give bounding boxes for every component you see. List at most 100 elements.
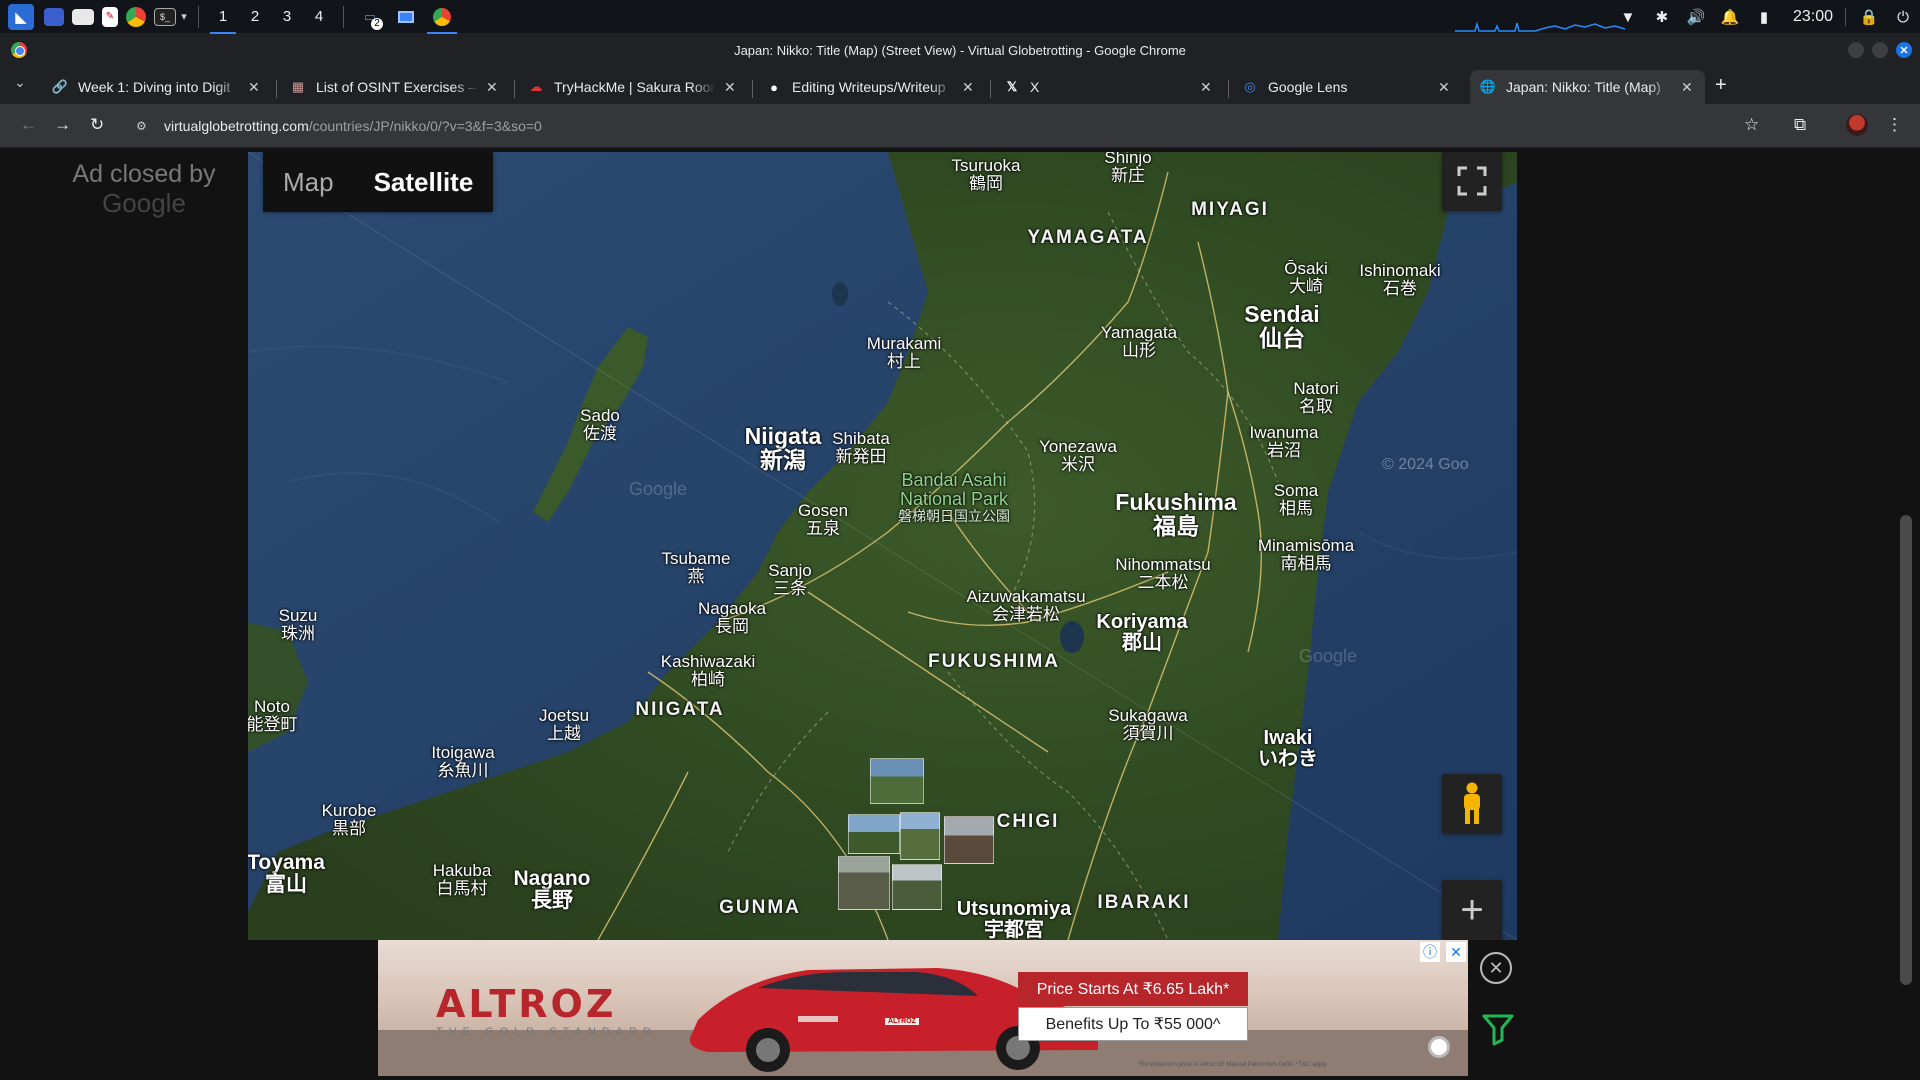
desktop-icon[interactable] [44,7,64,26]
chevron-down-icon[interactable]: ▾ [178,4,190,30]
url-path: /countries/JP/nikko/0/?v=3&f=3&so=0 [308,118,542,134]
close-tab-icon[interactable]: ✕ [724,79,738,96]
map-label: Sado 佐渡 [580,406,620,443]
adchoices-info-icon[interactable]: ⓘ [1420,942,1440,962]
running-app-icon[interactable] [391,4,421,30]
lock-icon[interactable]: 🔒 [1852,8,1886,26]
map-watermark: Google [628,479,688,499]
map-label: Joetsu 上越 [538,706,590,743]
fullscreen-icon [1457,166,1487,196]
workspace-4[interactable]: 4 [306,4,332,30]
map-label: Aizuwakamatsu 会津若松 [966,587,1086,624]
streetview-photo-thumbnail[interactable] [848,814,900,854]
notification-bell-icon[interactable]: 🔔 [1713,8,1747,26]
ad-closed-text: Ad closed by [72,160,216,188]
close-tab-icon[interactable]: ✕ [248,79,262,96]
tab-github-editing[interactable]: ● Editing Writeups/Writeup ✕ [756,70,986,104]
map-label: Iwaki いわき [1258,727,1318,770]
address-bar[interactable]: ⚙ virtualglobetrotting.com/countries/JP/… [124,110,1764,142]
ad-close-x-icon[interactable]: ✕ [1446,942,1466,962]
running-terminal-group[interactable]: ▭ 2 [355,4,385,30]
terminal-icon[interactable]: $_ [154,7,176,26]
forward-button[interactable]: → [54,115,71,135]
power-icon[interactable]: ⏻ [1886,9,1920,26]
tab-osint-exercises[interactable]: ▦ List of OSINT Exercises – ✕ [280,70,510,104]
map-label: NIIGATA [635,699,725,720]
back-button[interactable]: ← [20,115,37,135]
close-tab-icon[interactable]: ✕ [1200,79,1214,96]
tab-search-chevron-icon[interactable]: ⌄ [14,74,26,91]
streetview-photo-thumbnail[interactable] [838,856,890,910]
zoom-in-button[interactable]: + [1442,880,1502,940]
ad-replay-icon[interactable] [1428,1036,1450,1058]
map-label: Hakuba 白馬村 [432,861,492,898]
tab-tryhackme[interactable]: ☁ TryHackMe | Sakura Roon ✕ [518,70,748,104]
satellite-map[interactable]: Tsuruoka 鶴岡 Shinjo 新庄 YAMAGATA MIYAGI Ōsak… [248,152,1517,940]
extensions-icon[interactable]: ⧉ [1794,115,1806,135]
map-label: MIYAGI [1191,199,1269,220]
map-type-map-button[interactable]: Map [263,152,354,212]
map-label-park: Bandai Asahi National Park 磐梯朝日国立公園 [898,470,1010,524]
tab-title: Google Lens [1268,79,1348,95]
globe-icon: 🌐 [1479,79,1497,94]
google-wordmark: Google [102,188,186,218]
bluetooth-icon[interactable]: ✱ [1645,8,1679,26]
clock[interactable]: 23:00 [1781,8,1846,26]
map-type-satellite-button[interactable]: Satellite [354,152,494,212]
close-tab-icon[interactable]: ✕ [486,79,500,96]
url-host: virtualglobetrotting.com [164,118,309,134]
window-close-button[interactable]: ✕ [1896,42,1912,58]
streetview-photo-thumbnail[interactable] [892,864,942,910]
volume-icon[interactable]: 🔊 [1679,8,1713,26]
map-label: Fukushima 福島 [1115,489,1237,540]
chrome-launcher-icon[interactable] [126,6,146,27]
map-label: Shinjo 新庄 [1104,152,1152,185]
close-tab-icon[interactable]: ✕ [1681,79,1695,96]
minimize-button[interactable] [1848,42,1864,58]
map-label: Gosen 五泉 [797,501,849,538]
streetview-photo-thumbnail[interactable] [870,758,924,804]
fullscreen-button[interactable] [1442,152,1502,211]
tab-week1[interactable]: 🔗 Week 1: Diving into Digit ✕ [42,70,272,104]
bookmark-star-icon[interactable]: ☆ [1744,115,1759,135]
close-icon: ✕ [1488,957,1504,978]
ad-dismiss-button[interactable]: ✕ [1480,952,1512,984]
tab-google-lens[interactable]: ◎ Google Lens ✕ [1232,70,1462,104]
sidebar-ad-closed-notice: Ad closed by Google [44,160,244,218]
reload-button[interactable]: ↻ [90,115,104,135]
close-tab-icon[interactable]: ✕ [1438,79,1452,96]
maximize-button[interactable] [1872,42,1888,58]
map-label: Nagaoka 長岡 [697,599,767,636]
car-advertisement-banner[interactable]: ALTROZ THE GOLD STANDARD ALTROZ Price St… [378,940,1468,1076]
kali-menu-icon[interactable]: ◣ [8,3,34,30]
text-editor-icon[interactable]: ✎ [102,6,118,27]
file-manager-icon[interactable] [72,8,94,25]
map-label: Minamisōma 南相馬 [1257,536,1355,573]
new-tab-button[interactable]: + [1715,74,1727,97]
tab-japan-nikko[interactable]: 🌐 Japan: Nikko: Title (Map) ✕ [1470,70,1705,104]
site-info-icon[interactable]: ⚙ [136,119,156,133]
streetview-photo-thumbnail[interactable] [900,812,940,860]
ad-filter-icon[interactable] [1480,1010,1516,1046]
map-label: Sukagawa 須賀川 [1108,706,1188,743]
battery-icon[interactable]: ▮ [1747,8,1781,26]
map-label: Itoigawa 糸魚川 [431,743,495,780]
pegman-icon [1464,782,1480,824]
map-label: IBARAKI [1097,892,1191,913]
menu-kebab-icon[interactable]: ⋮ [1886,115,1903,135]
map-watermark: Google [1298,646,1358,666]
map-label: Suzu 珠洲 [278,606,318,643]
running-chrome-icon[interactable] [427,4,457,34]
page-scrollbar[interactable] [1900,515,1912,985]
workspace-2[interactable]: 2 [242,4,268,30]
workspace-1[interactable]: 1 [210,4,236,34]
tab-x[interactable]: 𝕏 X ✕ [994,70,1224,104]
profile-avatar[interactable] [1846,114,1868,136]
close-tab-icon[interactable]: ✕ [962,79,976,96]
pegman-streetview-button[interactable] [1442,774,1502,834]
wifi-icon[interactable]: ▼ [1611,9,1645,26]
workspace-3[interactable]: 3 [274,4,300,30]
streetview-photo-thumbnail[interactable] [944,816,994,864]
window-titlebar: Japan: Nikko: Title (Map) (Street View) … [0,34,1920,66]
tab-title: X [1030,79,1040,95]
